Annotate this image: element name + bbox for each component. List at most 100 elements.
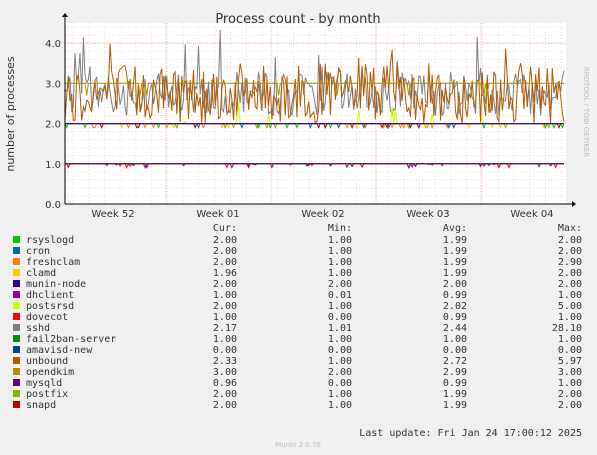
legend-swatch-dovecot bbox=[13, 313, 20, 320]
legend-min-rsyslogd: 1.00 bbox=[328, 235, 352, 246]
legend-avg-rsyslogd: 1.99 bbox=[443, 235, 467, 246]
legend-max-clamd: 2.00 bbox=[558, 268, 582, 279]
legend-max-sshd: 28.10 bbox=[552, 323, 582, 334]
legend-cur-fail2ban-server: 1.00 bbox=[213, 334, 237, 345]
legend-cur-cron: 2.00 bbox=[213, 246, 237, 257]
legend-swatch-clamd bbox=[13, 269, 20, 276]
legend-swatch-postsrsd bbox=[13, 302, 20, 309]
legend-avg-sshd: 2.44 bbox=[443, 323, 467, 334]
legend-min-clamd: 1.00 bbox=[328, 268, 352, 279]
legend-min-munin-node: 2.00 bbox=[328, 279, 352, 290]
legend-name-mysqld: mysqld bbox=[26, 378, 62, 389]
legend-min-mysqld: 0.00 bbox=[328, 378, 352, 389]
legend-min-snapd: 1.00 bbox=[328, 400, 352, 411]
legend-swatch-rsyslogd bbox=[13, 236, 20, 243]
legend-avg-unbound: 2.72 bbox=[443, 356, 467, 367]
legend-avg-dovecot: 0.99 bbox=[443, 312, 467, 323]
legend-cur-sshd: 2.17 bbox=[213, 323, 237, 334]
legend-max-cron: 2.00 bbox=[558, 246, 582, 257]
process-count-chart: 0.0 1.0 2.0 3.0 4.0 Week 52 Week 01 Week 02 Week… bbox=[0, 0, 597, 455]
legend-cur-freshclam: 2.00 bbox=[213, 257, 237, 268]
legend-name-fail2ban-server: fail2ban-server bbox=[26, 334, 116, 345]
legend-avg-mysqld: 0.99 bbox=[443, 378, 467, 389]
rrdtool-watermark: RRDTOOL / TOBI OETIKER bbox=[582, 67, 590, 157]
legend-min-unbound: 1.00 bbox=[328, 356, 352, 367]
legend-cur-amavisd-new: 0.00 bbox=[213, 345, 237, 356]
legend-name-dovecot: dovecot bbox=[26, 312, 68, 323]
legend-avg-snapd: 1.99 bbox=[443, 400, 467, 411]
legend-name-opendkim: opendkim bbox=[26, 367, 74, 378]
legend-avg-cron: 1.99 bbox=[443, 246, 467, 257]
legend-max-munin-node: 2.00 bbox=[558, 279, 582, 290]
legend-avg-clamd: 1.99 bbox=[443, 268, 467, 279]
munin-version: Munin 2.0.76 bbox=[275, 441, 321, 449]
last-update-text: Last update: Fri Jan 24 17:00:12 2025 bbox=[359, 428, 582, 439]
legend-swatch-opendkim bbox=[13, 368, 20, 375]
legend-max-snapd: 2.00 bbox=[558, 400, 582, 411]
legend-cur-postfix: 2.00 bbox=[213, 389, 237, 400]
legend-header-avg: Avg: bbox=[443, 223, 467, 234]
legend-max-freshclam: 2.90 bbox=[558, 257, 582, 268]
legend-min-sshd: 1.01 bbox=[328, 323, 352, 334]
legend-min-opendkim: 2.00 bbox=[328, 367, 352, 378]
legend-name-sshd: sshd bbox=[26, 323, 50, 334]
y-tick-label: 0.0 bbox=[45, 200, 61, 211]
legend-min-postsrsd: 1.00 bbox=[328, 301, 352, 312]
chart-title: Process count - by month bbox=[215, 12, 380, 27]
legend-max-fail2ban-server: 1.00 bbox=[558, 334, 582, 345]
legend-avg-opendkim: 2.99 bbox=[443, 367, 467, 378]
legend-swatch-unbound bbox=[13, 357, 20, 364]
legend-cur-mysqld: 0.96 bbox=[213, 378, 237, 389]
legend-swatch-snapd bbox=[13, 401, 20, 408]
plot-area bbox=[65, 23, 566, 204]
legend-swatch-freshclam bbox=[13, 258, 20, 265]
legend-avg-amavisd-new: 0.00 bbox=[443, 345, 467, 356]
legend-min-postfix: 1.00 bbox=[328, 389, 352, 400]
legend-swatch-amavisd-new bbox=[13, 346, 20, 353]
legend-swatch-mysqld bbox=[13, 379, 20, 386]
legend-max-postsrsd: 5.00 bbox=[558, 301, 582, 312]
y-tick-label: 4.0 bbox=[45, 39, 61, 50]
legend-header-min: Min: bbox=[328, 223, 352, 234]
y-axis-label: number of processes bbox=[4, 56, 17, 172]
legend-avg-munin-node: 2.00 bbox=[443, 279, 467, 290]
legend-name-dhclient: dhclient bbox=[26, 290, 74, 301]
legend-swatch-cron bbox=[13, 247, 20, 254]
legend-cur-munin-node: 2.00 bbox=[213, 279, 237, 290]
legend-min-dovecot: 0.00 bbox=[328, 312, 352, 323]
legend-max-mysqld: 1.00 bbox=[558, 378, 582, 389]
x-tick-label: Week 52 bbox=[91, 209, 134, 220]
legend-min-freshclam: 1.00 bbox=[328, 257, 352, 268]
legend-max-dovecot: 1.00 bbox=[558, 312, 582, 323]
legend-swatch-munin-node bbox=[13, 280, 20, 287]
legend-avg-fail2ban-server: 1.00 bbox=[443, 334, 467, 345]
legend-cur-clamd: 1.96 bbox=[213, 268, 237, 279]
legend-avg-postfix: 1.99 bbox=[443, 389, 467, 400]
legend-max-dhclient: 1.00 bbox=[558, 290, 582, 301]
y-tick-label: 1.0 bbox=[45, 160, 61, 171]
legend-avg-freshclam: 1.99 bbox=[443, 257, 467, 268]
legend-name-postsrsd: postsrsd bbox=[26, 301, 74, 312]
y-tick-label: 2.0 bbox=[45, 120, 61, 131]
legend-name-clamd: clamd bbox=[26, 268, 56, 279]
legend-max-opendkim: 3.00 bbox=[558, 367, 582, 378]
legend-max-unbound: 5.97 bbox=[558, 356, 582, 367]
legend-name-rsyslogd: rsyslogd bbox=[26, 235, 74, 246]
legend-cur-opendkim: 3.00 bbox=[213, 367, 237, 378]
legend-min-cron: 1.00 bbox=[328, 246, 352, 257]
legend-name-munin-node: munin-node bbox=[26, 279, 86, 290]
legend-swatch-fail2ban-server bbox=[13, 335, 20, 342]
legend-max-rsyslogd: 2.00 bbox=[558, 235, 582, 246]
legend-name-unbound: unbound bbox=[26, 356, 68, 367]
legend-avg-postsrsd: 2.02 bbox=[443, 301, 467, 312]
legend-swatch-sshd bbox=[13, 324, 20, 331]
legend-cur-dovecot: 1.00 bbox=[213, 312, 237, 323]
legend-cur-snapd: 2.00 bbox=[213, 400, 237, 411]
legend-avg-dhclient: 0.99 bbox=[443, 290, 467, 301]
legend-name-amavisd-new: amavisd-new bbox=[26, 345, 93, 356]
legend-min-dhclient: 0.01 bbox=[328, 290, 352, 301]
legend-cur-postsrsd: 2.00 bbox=[213, 301, 237, 312]
legend-header-cur: Cur: bbox=[213, 223, 237, 234]
legend-cur-unbound: 2.33 bbox=[213, 356, 237, 367]
legend-min-amavisd-new: 0.00 bbox=[328, 345, 352, 356]
